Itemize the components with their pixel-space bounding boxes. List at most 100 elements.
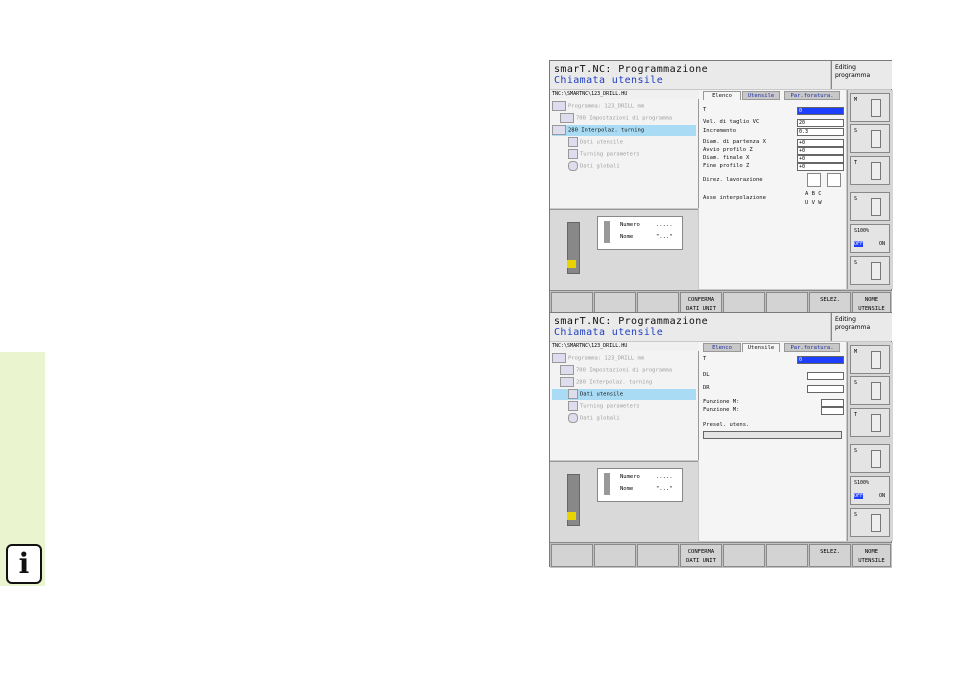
funzione-m-field-1[interactable] — [821, 399, 844, 407]
nome-utensile-softkey[interactable]: NOME UTENSILE — [852, 544, 891, 567]
screen-2: smarT.NC: Programmazione Chiamata utensi… — [549, 312, 893, 568]
vc-label: Vel. di taglio VC — [703, 119, 760, 125]
softkey-bar: CONFERMA DATI UNIT SELEZ. NOME UTENSILE — [550, 542, 892, 568]
s-minus-button[interactable]: S — [850, 508, 890, 537]
tool-icon — [871, 382, 881, 400]
sidebar: i — [0, 352, 45, 586]
t-button[interactable]: T — [850, 156, 890, 185]
screen-1: smarT.NC: Programmazione Chiamata utensi… — [549, 60, 893, 316]
asse-options[interactable]: A B C — [805, 190, 822, 198]
funzione-m-label-1: Funzione M: — [703, 399, 740, 405]
info-icon: i — [6, 544, 42, 584]
softkey-1[interactable] — [551, 544, 593, 567]
numero-label: Numero — [620, 222, 640, 228]
tab-par-foratura[interactable]: Par.foratura. — [784, 343, 840, 352]
softkey-5[interactable] — [723, 544, 765, 567]
t-button[interactable]: T — [850, 408, 890, 437]
asse-options-2[interactable]: U V W — [805, 199, 822, 207]
file-path: TNC:\SMARTNC\123_DRILL.HU — [550, 90, 700, 99]
tree-node-selected[interactable]: Dati utensile — [552, 389, 696, 400]
tree-node[interactable]: Dati utensile — [568, 137, 623, 148]
program-tree: Programma: 123_DRILL mm 700 Impostazioni… — [550, 351, 699, 460]
softkey-6[interactable] — [766, 544, 808, 567]
avvio-field[interactable]: +0 — [797, 147, 844, 155]
t-field[interactable]: 0 — [797, 107, 844, 115]
t-field[interactable]: 0 — [797, 356, 844, 364]
presel-checkbox[interactable]: Presel. utens. — [703, 421, 749, 429]
tab-par-foratura[interactable]: Par.foratura. — [784, 91, 840, 100]
diam-finale-label: Diam. finale X — [703, 155, 750, 161]
tree-node[interactable]: Turning parameters — [568, 149, 640, 160]
tree-node[interactable]: 700 Impostazioni di programma — [560, 113, 672, 124]
tree-node[interactable]: Programma: 123_DRILL mm — [552, 101, 644, 112]
fine-profilo-label: Fine profilo Z — [703, 163, 750, 169]
header: smarT.NC: Programmazione Chiamata utensi… — [550, 61, 830, 89]
funzione-m-field-2[interactable] — [821, 407, 844, 415]
plus-icon — [871, 198, 881, 216]
tree-node[interactable]: Programma: 123_DRILL mm — [552, 353, 644, 364]
direction-icon-1[interactable] — [807, 173, 821, 187]
globe-icon — [568, 413, 578, 423]
s-button[interactable]: S — [850, 124, 890, 153]
incremento-field[interactable]: 0.3 — [797, 128, 844, 136]
tree-node[interactable]: 700 Impostazioni di programma — [560, 365, 672, 376]
right-panel: M S T S S100% OFF ON S — [847, 90, 893, 289]
s100-button[interactable]: S100% OFF ON — [850, 224, 890, 253]
tool-tip-icon — [567, 260, 576, 268]
s-button[interactable]: S — [850, 376, 890, 405]
tool-card: Numero ..... Nome "..." — [597, 216, 683, 250]
dl-label: DL — [703, 372, 710, 378]
tree-node[interactable]: Turning parameters — [568, 401, 640, 412]
asse-label: Asse interpolazione — [703, 195, 766, 201]
mode-label: Editing programma — [831, 61, 892, 89]
tool-preview: Numero ..... Nome "..." — [550, 461, 698, 542]
settings-icon — [560, 365, 574, 375]
m-function-button[interactable]: M — [850, 93, 890, 122]
plus-icon — [871, 450, 881, 468]
globe-icon — [568, 161, 578, 171]
tab-utensile[interactable]: Utensile — [742, 91, 780, 100]
fine-profilo-field[interactable]: +0 — [797, 163, 844, 171]
tool-icon — [871, 130, 881, 148]
program-icon — [552, 101, 566, 111]
subtitle: Chiamata utensile — [554, 327, 664, 338]
header: smarT.NC: Programmazione Chiamata utensi… — [550, 313, 830, 341]
tree-node-selected[interactable]: 280 Interpolaz. turning — [552, 125, 696, 136]
s-minus-button[interactable]: S — [850, 256, 890, 285]
diam-partenza-field[interactable]: +0 — [797, 139, 844, 147]
vc-field[interactable]: 20 — [797, 119, 844, 127]
direction-icon-2[interactable] — [827, 173, 841, 187]
title: smarT.NC: Programmazione — [554, 64, 709, 75]
tree-node[interactable]: Dati globali — [568, 413, 620, 424]
minus-icon — [871, 262, 881, 280]
tab-elenco[interactable]: Elenco — [703, 91, 741, 100]
dr-field[interactable] — [807, 385, 844, 393]
nome-value: "..." — [656, 486, 673, 492]
incremento-label: Incremento — [703, 128, 737, 134]
presel-field[interactable] — [703, 431, 842, 439]
avvio-label: Avvio profilo Z — [703, 147, 753, 153]
tree-node[interactable]: Dati globali — [568, 161, 620, 172]
tab-utensile[interactable]: Utensile — [742, 343, 780, 352]
m-function-button[interactable]: M — [850, 345, 890, 374]
selez-softkey[interactable]: SELEZ. — [809, 544, 851, 567]
nome-value: "..." — [656, 234, 673, 240]
mode-label: Editing programma — [831, 313, 892, 341]
mini-tool-icon — [604, 473, 610, 495]
tab-elenco[interactable]: Elenco — [703, 343, 741, 352]
tool-icon — [568, 137, 578, 147]
softkey-3[interactable] — [637, 544, 679, 567]
softkey-2[interactable] — [594, 544, 636, 567]
diam-finale-field[interactable]: +0 — [797, 155, 844, 163]
tool-change-icon — [871, 414, 881, 432]
dr-label: DR — [703, 385, 710, 391]
s100-button[interactable]: S100% OFF ON — [850, 476, 890, 505]
s-plus-button[interactable]: S — [850, 192, 890, 221]
form-panel: Elenco Utensile Par.foratura. T 0 Vel. d… — [699, 90, 846, 289]
conferma-dati-unit-softkey[interactable]: CONFERMA DATI UNIT — [680, 544, 722, 567]
s-plus-button[interactable]: S — [850, 444, 890, 473]
turning-icon — [560, 377, 574, 387]
tree-node[interactable]: 280 Interpolaz. turning — [560, 377, 652, 388]
tool-icon — [568, 389, 578, 399]
dl-field[interactable] — [807, 372, 844, 380]
